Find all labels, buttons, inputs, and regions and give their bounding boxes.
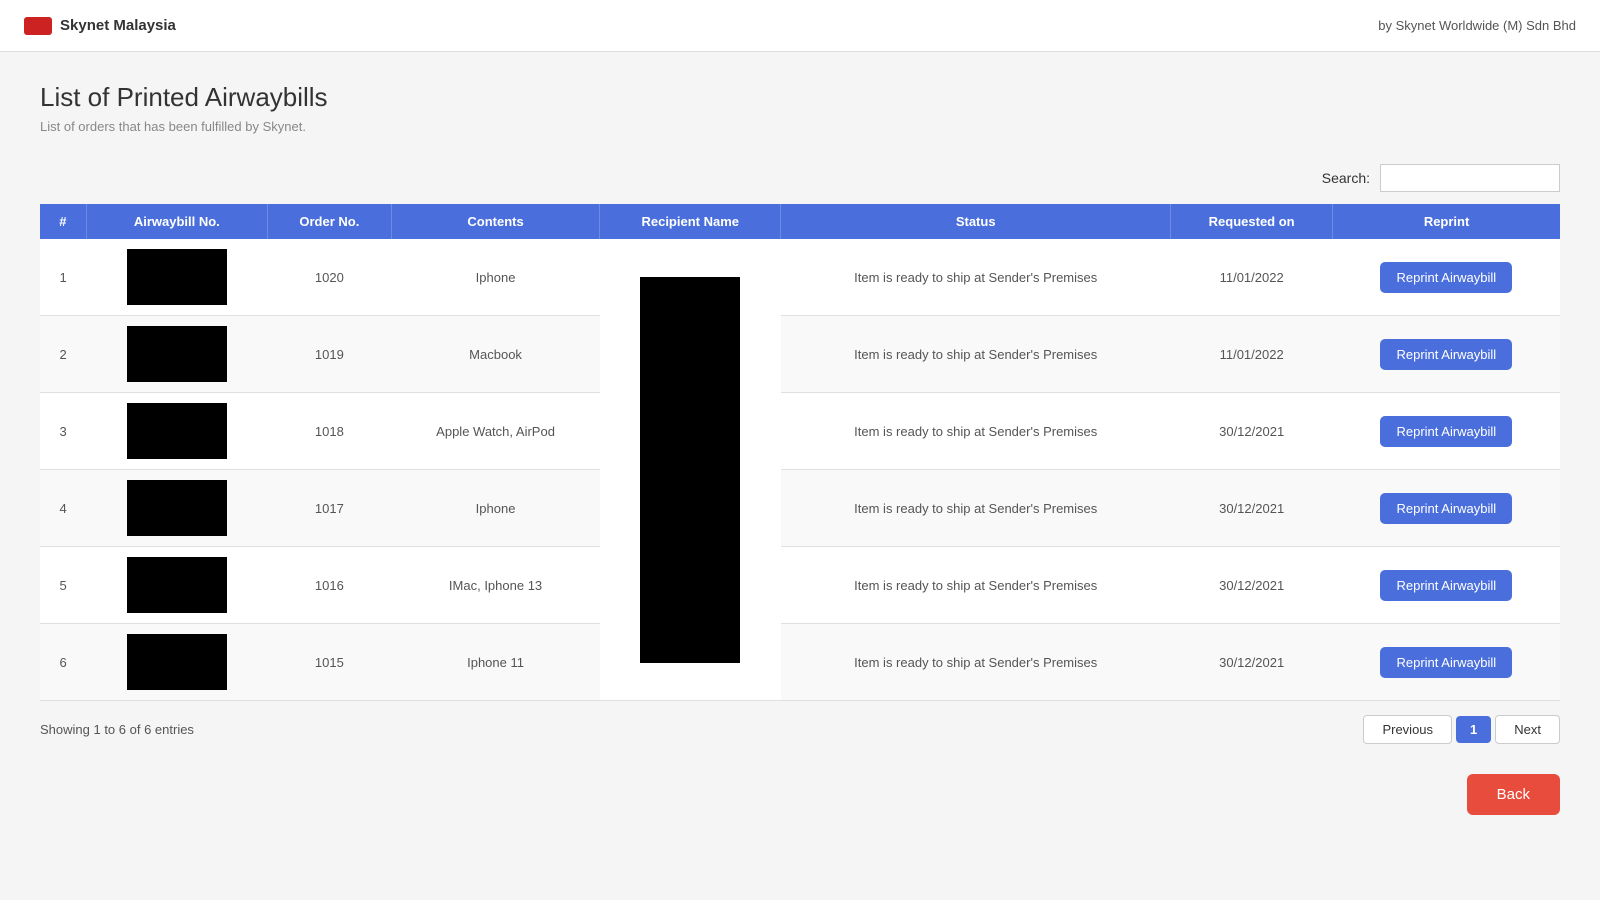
col-contents: Contents bbox=[391, 204, 599, 239]
airwaybill-barcode bbox=[127, 403, 227, 459]
table-header-row: # Airwaybill No. Order No. Contents Reci… bbox=[40, 204, 1560, 239]
cell-status: Item is ready to ship at Sender's Premis… bbox=[781, 624, 1171, 701]
col-order: Order No. bbox=[267, 204, 391, 239]
cell-status: Item is ready to ship at Sender's Premis… bbox=[781, 470, 1171, 547]
cell-recipient bbox=[600, 239, 781, 701]
main-content: List of Printed Airwaybills List of orde… bbox=[0, 52, 1600, 845]
cell-order-no: 1020 bbox=[267, 239, 391, 316]
table-row: 1 1020Iphone Item is ready to ship at Send… bbox=[40, 239, 1560, 316]
airwaybill-barcode bbox=[127, 557, 227, 613]
cell-airwaybill bbox=[86, 316, 267, 393]
cell-status: Item is ready to ship at Sender's Premis… bbox=[781, 547, 1171, 624]
airwaybill-barcode bbox=[127, 480, 227, 536]
airwaybill-barcode bbox=[127, 326, 227, 382]
cell-contents: Macbook bbox=[391, 316, 599, 393]
cell-requested-on: 11/01/2022 bbox=[1171, 239, 1333, 316]
airwaybills-table: # Airwaybill No. Order No. Contents Reci… bbox=[40, 204, 1560, 701]
cell-contents: Iphone bbox=[391, 239, 599, 316]
cell-order-no: 1016 bbox=[267, 547, 391, 624]
cell-contents: Iphone bbox=[391, 470, 599, 547]
reprint-airwaybill-button[interactable]: Reprint Airwaybill bbox=[1380, 647, 1512, 678]
cell-index: 6 bbox=[40, 624, 86, 701]
cell-status: Item is ready to ship at Sender's Premis… bbox=[781, 239, 1171, 316]
col-recipient: Recipient Name bbox=[600, 204, 781, 239]
brand: Skynet Malaysia bbox=[24, 17, 176, 35]
cell-reprint: Reprint Airwaybill bbox=[1333, 470, 1560, 547]
page-1-button[interactable]: 1 bbox=[1456, 716, 1491, 743]
cell-airwaybill bbox=[86, 393, 267, 470]
cell-airwaybill bbox=[86, 624, 267, 701]
cell-index: 2 bbox=[40, 316, 86, 393]
navbar-tagline: by Skynet Worldwide (M) Sdn Bhd bbox=[1378, 18, 1576, 33]
cell-status: Item is ready to ship at Sender's Premis… bbox=[781, 316, 1171, 393]
table-row: 5 1016IMac, Iphone 13 Item is ready to shi… bbox=[40, 547, 1560, 624]
cell-airwaybill bbox=[86, 470, 267, 547]
col-status: Status bbox=[781, 204, 1171, 239]
back-button[interactable]: Back bbox=[1467, 774, 1560, 815]
cell-airwaybill bbox=[86, 547, 267, 624]
col-airwaybill: Airwaybill No. bbox=[86, 204, 267, 239]
cell-reprint: Reprint Airwaybill bbox=[1333, 624, 1560, 701]
table-row: 4 1017Iphone Item is ready to ship at Send… bbox=[40, 470, 1560, 547]
cell-order-no: 1018 bbox=[267, 393, 391, 470]
back-section: Back bbox=[40, 774, 1560, 815]
cell-contents: IMac, Iphone 13 bbox=[391, 547, 599, 624]
brand-icon bbox=[24, 17, 52, 35]
cell-reprint: Reprint Airwaybill bbox=[1333, 316, 1560, 393]
page-title: List of Printed Airwaybills bbox=[40, 82, 1560, 113]
search-bar: Search: bbox=[40, 164, 1560, 192]
cell-requested-on: 30/12/2021 bbox=[1171, 547, 1333, 624]
cell-requested-on: 11/01/2022 bbox=[1171, 316, 1333, 393]
cell-contents: Apple Watch, AirPod bbox=[391, 393, 599, 470]
pagination: Previous 1 Next bbox=[1363, 715, 1560, 744]
navbar: Skynet Malaysia by Skynet Worldwide (M) … bbox=[0, 0, 1600, 52]
cell-status: Item is ready to ship at Sender's Premis… bbox=[781, 393, 1171, 470]
cell-contents: Iphone 11 bbox=[391, 624, 599, 701]
previous-button[interactable]: Previous bbox=[1363, 715, 1452, 744]
table-row: 2 1019Macbook Item is ready to ship at Sen… bbox=[40, 316, 1560, 393]
page-subtitle: List of orders that has been fulfilled b… bbox=[40, 119, 1560, 134]
cell-reprint: Reprint Airwaybill bbox=[1333, 239, 1560, 316]
cell-index: 1 bbox=[40, 239, 86, 316]
reprint-airwaybill-button[interactable]: Reprint Airwaybill bbox=[1380, 262, 1512, 293]
next-button[interactable]: Next bbox=[1495, 715, 1560, 744]
cell-order-no: 1015 bbox=[267, 624, 391, 701]
table-row: 3 1018Apple Watch, AirPod Item is ready to… bbox=[40, 393, 1560, 470]
cell-index: 3 bbox=[40, 393, 86, 470]
recipient-redacted bbox=[640, 277, 740, 663]
reprint-airwaybill-button[interactable]: Reprint Airwaybill bbox=[1380, 493, 1512, 524]
cell-index: 4 bbox=[40, 470, 86, 547]
cell-order-no: 1019 bbox=[267, 316, 391, 393]
reprint-airwaybill-button[interactable]: Reprint Airwaybill bbox=[1380, 416, 1512, 447]
reprint-airwaybill-button[interactable]: Reprint Airwaybill bbox=[1380, 570, 1512, 601]
cell-airwaybill bbox=[86, 239, 267, 316]
table-footer: Showing 1 to 6 of 6 entries Previous 1 N… bbox=[40, 715, 1560, 744]
col-requested: Requested on bbox=[1171, 204, 1333, 239]
cell-reprint: Reprint Airwaybill bbox=[1333, 547, 1560, 624]
reprint-airwaybill-button[interactable]: Reprint Airwaybill bbox=[1380, 339, 1512, 370]
cell-requested-on: 30/12/2021 bbox=[1171, 624, 1333, 701]
cell-index: 5 bbox=[40, 547, 86, 624]
brand-name: Skynet Malaysia bbox=[60, 17, 176, 34]
col-reprint: Reprint bbox=[1333, 204, 1560, 239]
cell-order-no: 1017 bbox=[267, 470, 391, 547]
col-index: # bbox=[40, 204, 86, 239]
cell-requested-on: 30/12/2021 bbox=[1171, 393, 1333, 470]
airwaybill-barcode bbox=[127, 634, 227, 690]
table-row: 6 1015Iphone 11 Item is ready to ship at S… bbox=[40, 624, 1560, 701]
search-label: Search: bbox=[1322, 170, 1370, 186]
cell-reprint: Reprint Airwaybill bbox=[1333, 393, 1560, 470]
airwaybill-barcode bbox=[127, 249, 227, 305]
cell-requested-on: 30/12/2021 bbox=[1171, 470, 1333, 547]
search-input[interactable] bbox=[1380, 164, 1560, 192]
entries-info: Showing 1 to 6 of 6 entries bbox=[40, 722, 194, 737]
